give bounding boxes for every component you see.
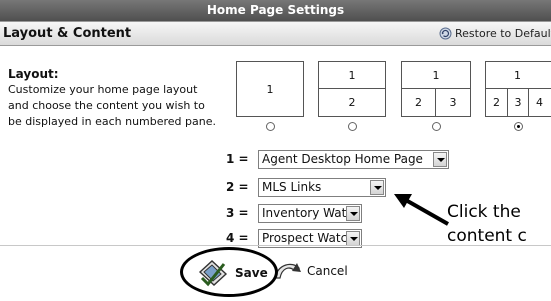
pane-number: 2	[348, 96, 356, 109]
layout-option-3[interactable]: 1 2 3	[401, 61, 471, 117]
pane-4-label: 4 =	[226, 231, 249, 245]
annotation-text-line-1: Click the	[447, 202, 521, 222]
layout-option-4[interactable]: 1 2 3 4	[485, 61, 551, 117]
section-title: Layout & Content	[3, 26, 132, 41]
restore-icon	[439, 27, 452, 40]
layout-description: Layout: Customize your home page layout …	[8, 66, 233, 130]
pane-number: 2	[486, 89, 508, 116]
pane-number: 2	[402, 89, 436, 116]
pane-number: 3	[508, 89, 529, 116]
chevron-down-icon	[370, 180, 384, 195]
pane-1-value: Agent Desktop Home Page	[262, 152, 423, 166]
layout-description-line: Customize your home page layout	[8, 83, 198, 96]
layout-radio-3[interactable]	[432, 122, 441, 131]
layout-option-1[interactable]: 1	[236, 61, 304, 117]
pane-3-label: 3 =	[226, 206, 249, 220]
window-title-bar: Home Page Settings	[0, 0, 551, 21]
restore-defaults-label: Restore to Defaults	[455, 27, 551, 40]
save-highlight-oval	[180, 247, 278, 297]
footer-divider	[0, 245, 551, 246]
annotation-text-line-2: content c	[447, 226, 527, 246]
layout-description-line: be displayed in each numbered pane.	[8, 115, 216, 128]
window-title: Home Page Settings	[206, 3, 345, 17]
layout-option-2[interactable]: 1 2	[318, 61, 386, 117]
pane-1-select[interactable]: Agent Desktop Home Page	[258, 150, 449, 169]
restore-defaults-link[interactable]: Restore to Defaults	[439, 27, 551, 40]
layout-radio-1[interactable]	[266, 122, 275, 131]
pane-1-label: 1 =	[226, 152, 249, 166]
pane-number: 1	[266, 82, 274, 96]
section-header: Layout & Content Restore to Defaults	[0, 21, 551, 46]
cancel-button-label: Cancel	[307, 264, 348, 278]
pane-number: 3	[449, 96, 457, 109]
pane-number: 1	[486, 62, 551, 89]
chevron-down-icon	[433, 152, 447, 167]
pane-2-label: 2 =	[226, 180, 249, 194]
pane-2-value: MLS Links	[262, 180, 322, 194]
chevron-down-icon	[346, 231, 360, 246]
pane-3-select[interactable]: Inventory Watch	[258, 204, 362, 223]
layout-description-line: and choose the content you wish to	[8, 99, 205, 112]
layout-radio-4[interactable]	[514, 122, 523, 131]
arrow-icon	[394, 194, 449, 226]
layout-label: Layout:	[8, 67, 59, 81]
pane-number: 1	[319, 62, 385, 89]
pane-4-value: Prospect Watch	[262, 231, 355, 245]
cancel-button[interactable]: Cancel	[272, 258, 348, 284]
layout-radio-2[interactable]	[348, 122, 357, 131]
pane-number: 4	[536, 96, 543, 109]
pane-number: 1	[402, 62, 470, 89]
pane-2-select[interactable]: MLS Links	[258, 178, 386, 197]
chevron-down-icon	[346, 206, 360, 221]
